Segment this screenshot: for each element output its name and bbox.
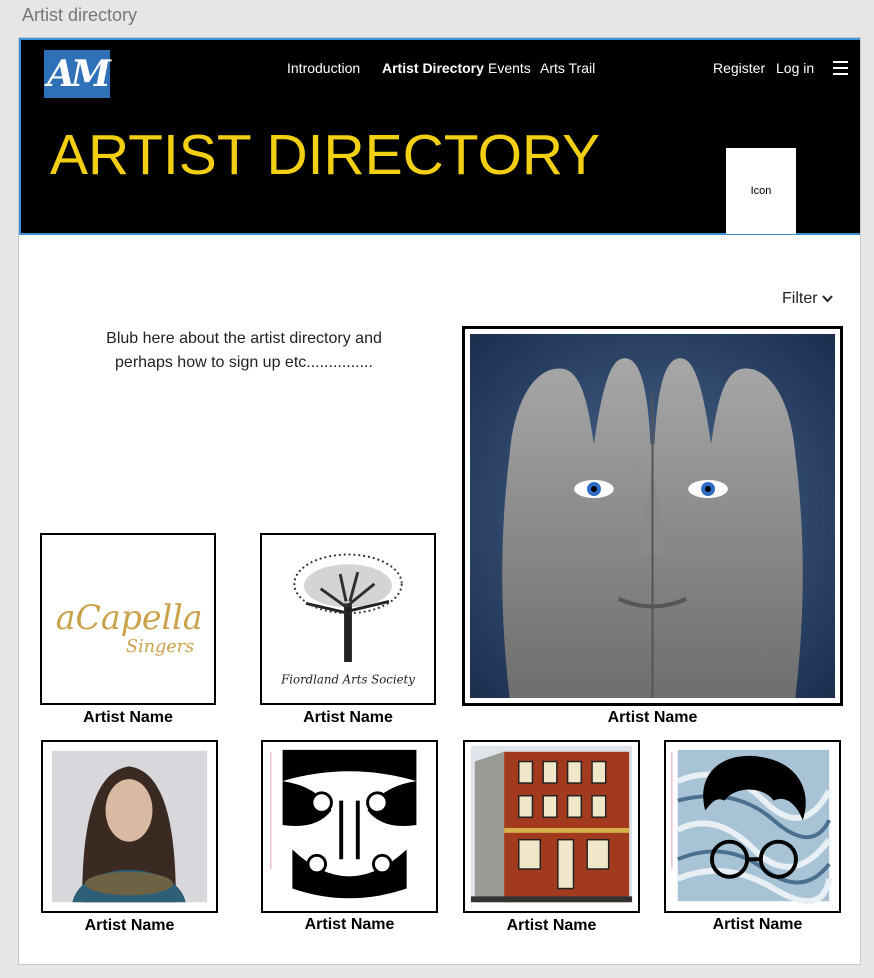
artist-card-image[interactable] [41, 740, 218, 913]
artist-name[interactable]: Artist Name [463, 917, 640, 935]
artist-name[interactable]: Artist Name [261, 916, 438, 934]
artist-card-image[interactable]: aCapella Singers [40, 533, 216, 705]
artist-name[interactable]: Artist Name [664, 916, 851, 934]
nav-arts-trail[interactable]: Arts Trail [540, 60, 595, 76]
register-link[interactable]: Register [713, 60, 765, 76]
icon-placeholder: Icon [726, 148, 796, 234]
artist-card-image[interactable] [463, 740, 640, 913]
site-header: AM Introduction Artist Directory Events … [19, 38, 860, 235]
logo-text: Singers [126, 637, 194, 657]
main-nav: Introduction Artist Directory Events Art… [21, 60, 860, 80]
artist-name[interactable]: Artist Name [41, 917, 218, 935]
nav-events[interactable]: Events [488, 60, 531, 76]
directory-blurb: Blub here about the artist directory and… [106, 330, 382, 371]
chevron-down-icon [821, 292, 833, 306]
nav-introduction[interactable]: Introduction [287, 60, 360, 76]
logo-text: Fiordland Arts Society [280, 672, 415, 686]
artist-card-image[interactable] [664, 740, 841, 913]
artist-name[interactable]: Artist Name [40, 709, 216, 727]
logo-text: aCapella [56, 598, 203, 637]
filter-label: Filter [782, 290, 818, 307]
page-title: ARTIST DIRECTORY [50, 123, 601, 187]
page-frame: AM Introduction Artist Directory Events … [18, 37, 861, 965]
nav-artist-directory[interactable]: Artist Directory [382, 60, 484, 76]
window-title: Artist directory [22, 5, 138, 25]
artist-card-image[interactable] [261, 740, 438, 913]
filter-dropdown[interactable]: Filter [782, 290, 833, 308]
artist-name[interactable]: Artist Name [260, 709, 436, 727]
artist-card-image[interactable]: Fiordland Arts Society [260, 533, 436, 705]
hamburger-menu-icon[interactable] [833, 61, 848, 76]
artist-name[interactable]: Artist Name [462, 709, 843, 727]
artist-card-image-featured[interactable] [462, 326, 843, 706]
login-link[interactable]: Log in [776, 60, 814, 76]
